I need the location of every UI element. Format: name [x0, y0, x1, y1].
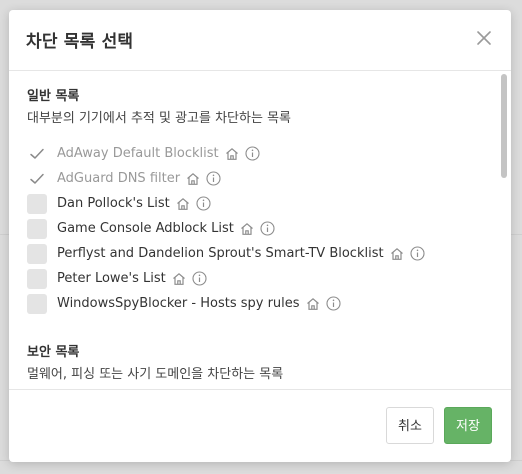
list-item-label: AdAway Default Blocklist: [57, 146, 219, 161]
list-item-label: Perflyst and Dandelion Sprout's Smart-TV…: [57, 246, 384, 261]
section-title: 일반 목록: [27, 89, 80, 104]
info-icon[interactable]: [325, 296, 341, 311]
section-security: 보안 목록 멀웨어, 피싱 또는 사기 도메인을 차단하는 목록: [27, 343, 493, 385]
dialog-title: 차단 목록 선택: [26, 32, 134, 52]
home-icon[interactable]: [172, 272, 186, 286]
close-icon: [477, 31, 491, 45]
list-item[interactable]: Peter Lowe's List: [27, 266, 493, 291]
home-icon[interactable]: [306, 297, 320, 311]
info-icon[interactable]: [196, 196, 211, 211]
section-title: 보안 목록: [27, 345, 80, 360]
checkbox[interactable]: [27, 268, 47, 289]
info-icon[interactable]: [206, 171, 221, 186]
check-icon: [30, 148, 44, 159]
home-icon[interactable]: [390, 247, 404, 261]
home-icon[interactable]: [225, 147, 239, 161]
info-icon[interactable]: [245, 146, 260, 161]
checkbox-checked[interactable]: [27, 144, 47, 164]
info-icon[interactable]: [260, 221, 275, 236]
list-item[interactable]: Game Console Adblock List: [27, 216, 493, 241]
checkbox-checked[interactable]: [27, 169, 47, 189]
checkbox[interactable]: [27, 193, 47, 214]
close-button[interactable]: [475, 29, 493, 47]
dialog-body[interactable]: 일반 목록 대부분의 기기에서 추적 및 광고를 차단하는 목록 AdAway …: [9, 71, 511, 389]
dialog-footer: 취소 저장: [9, 389, 511, 462]
list-item-label: WindowsSpyBlocker - Hosts spy rules: [57, 296, 300, 311]
blocklist-dialog: 차단 목록 선택 일반 목록 대부분의 기기에서 추적 및 광고를 차단하는 목…: [9, 10, 511, 462]
save-button[interactable]: 저장: [444, 407, 492, 444]
home-icon[interactable]: [240, 222, 254, 236]
list-item-label: Game Console Adblock List: [57, 221, 234, 236]
home-icon[interactable]: [176, 197, 190, 211]
cancel-button[interactable]: 취소: [386, 407, 434, 444]
list-item[interactable]: Dan Pollock's List: [27, 191, 493, 216]
info-icon[interactable]: [410, 246, 425, 261]
check-icon: [30, 173, 44, 184]
dialog-header: 차단 목록 선택: [9, 10, 511, 71]
checkbox[interactable]: [27, 293, 47, 314]
section-description: 대부분의 기기에서 추적 및 광고를 차단하는 목록: [27, 111, 291, 126]
scrollbar-thumb[interactable]: [501, 74, 507, 178]
info-icon[interactable]: [192, 271, 207, 286]
section-description: 멀웨어, 피싱 또는 사기 도메인을 차단하는 목록: [27, 367, 284, 382]
list-item-label: Peter Lowe's List: [57, 271, 166, 286]
blocklist-list: AdAway Default Blocklist AdGuard DNS fil…: [27, 141, 493, 316]
list-item[interactable]: WindowsSpyBlocker - Hosts spy rules: [27, 291, 493, 316]
list-item[interactable]: Perflyst and Dandelion Sprout's Smart-TV…: [27, 241, 493, 266]
list-item-label: AdGuard DNS filter: [57, 171, 181, 186]
section-general: 일반 목록 대부분의 기기에서 추적 및 광고를 차단하는 목록 AdAway …: [27, 87, 493, 316]
home-icon[interactable]: [186, 172, 200, 186]
list-item[interactable]: AdGuard DNS filter: [27, 166, 493, 191]
checkbox[interactable]: [27, 218, 47, 239]
checkbox[interactable]: [27, 243, 47, 264]
list-item[interactable]: AdAway Default Blocklist: [27, 141, 493, 166]
list-item-label: Dan Pollock's List: [57, 196, 170, 211]
